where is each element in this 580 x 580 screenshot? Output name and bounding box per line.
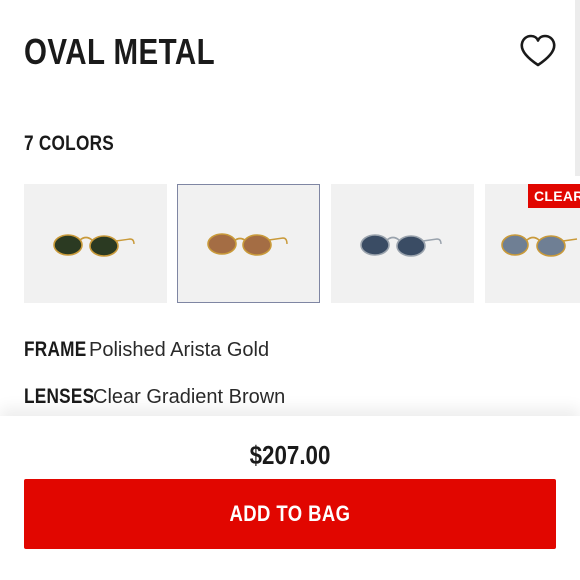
lenses-label: LENSES	[24, 385, 95, 408]
frame-label: FRAME	[24, 338, 87, 361]
product-title: OVAL METAL	[24, 31, 216, 72]
heart-icon	[520, 34, 556, 67]
add-to-bag-label: ADD TO BAG	[229, 501, 351, 526]
swatch-left-lens	[53, 234, 83, 256]
swatch-frame-bridge	[386, 236, 400, 241]
wishlist-button[interactable]	[517, 31, 559, 71]
frame-value: Polished Arista Gold	[89, 339, 270, 361]
color-swatch-gold-brown[interactable]	[177, 184, 320, 303]
swatch-temple-arm	[422, 238, 442, 245]
swatch-frame-bridge	[79, 236, 93, 241]
lenses-spec: LENSES Clear Gradient Brown	[24, 382, 285, 412]
swatch-temple-arm	[562, 238, 578, 242]
swatch-temple-arm	[268, 237, 288, 245]
product-page: OVAL METAL 7 COLORS CLEAR FRAME Polished…	[0, 0, 580, 580]
swatch-left-lens	[207, 233, 237, 255]
lenses-value: Clear Gradient Brown	[93, 386, 286, 408]
swatch-right-lens	[396, 235, 426, 257]
swatch-right-lens	[89, 235, 119, 257]
price-label: $207.00	[249, 440, 331, 470]
clear-badge: CLEAR	[528, 184, 580, 208]
swatch-left-lens	[360, 234, 390, 256]
frame-spec: FRAME Polished Arista Gold	[24, 335, 269, 365]
swatch-right-lens	[536, 235, 566, 257]
color-count-label: 7 COLORS	[24, 132, 114, 155]
color-swatch-gold-green[interactable]	[24, 184, 167, 303]
swatch-left-lens	[501, 234, 529, 256]
scroll-edge	[575, 0, 580, 176]
sunglasses-icon	[360, 234, 442, 257]
swatch-temple-arm	[115, 238, 135, 245]
color-swatch-silver-blue[interactable]	[331, 184, 474, 303]
color-swatch-list	[24, 184, 580, 303]
swatch-right-lens	[242, 234, 272, 256]
add-to-bag-button[interactable]: ADD TO BAG	[24, 479, 556, 549]
sunglasses-icon	[207, 233, 288, 256]
swatch-frame-bridge	[526, 236, 540, 241]
sunglasses-icon	[53, 234, 135, 257]
